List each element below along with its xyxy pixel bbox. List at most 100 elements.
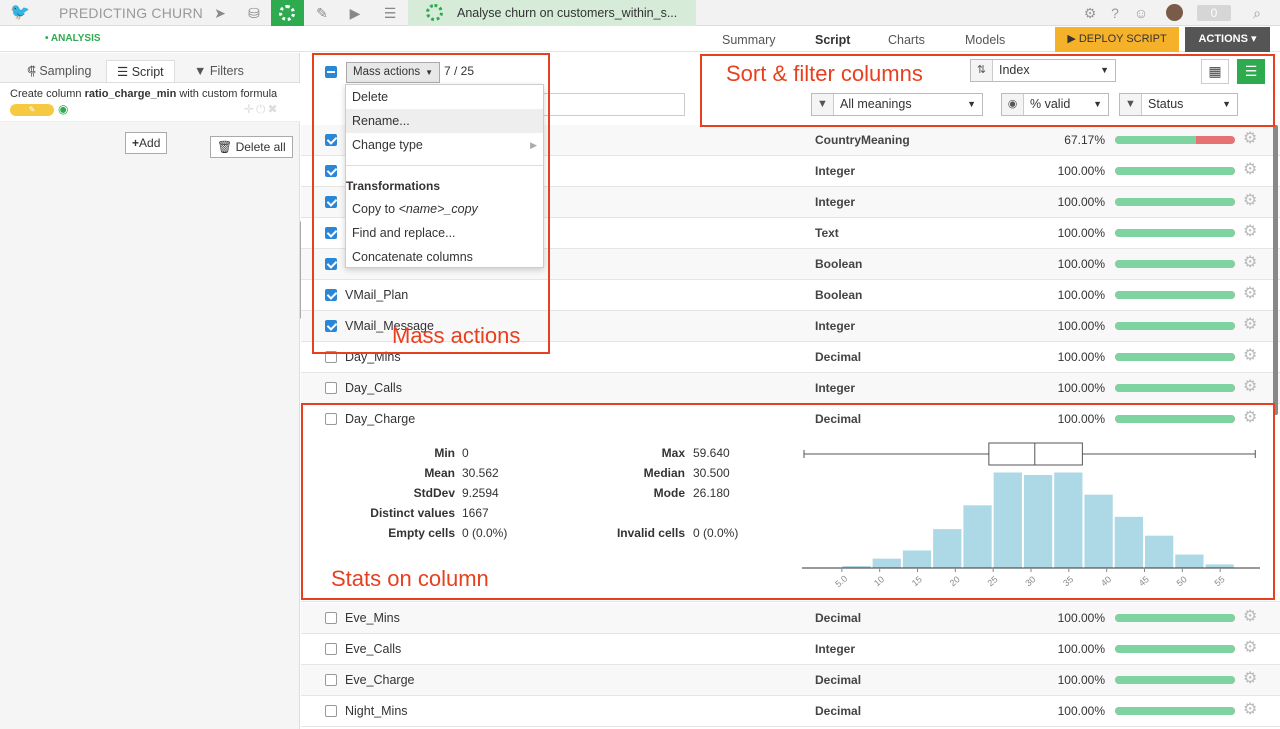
step-prefix: Create column bbox=[10, 88, 85, 100]
search-icon[interactable]: ⌕ bbox=[1248, 4, 1266, 22]
column-settings-gear-icon[interactable]: ⚙ bbox=[1243, 254, 1261, 272]
analysis-breadcrumb-icon bbox=[426, 4, 443, 21]
datasets-icon[interactable]: ⛁ bbox=[245, 4, 263, 22]
step-suffix: with custom formula bbox=[176, 88, 278, 100]
plus-icon: + bbox=[132, 136, 140, 150]
column-meaning[interactable]: Integer bbox=[815, 319, 855, 333]
column-name[interactable]: Eve_Charge bbox=[345, 673, 415, 687]
column-meaning[interactable]: Integer bbox=[815, 642, 855, 656]
column-meaning[interactable]: Integer bbox=[815, 164, 855, 178]
column-settings-gear-icon[interactable]: ⚙ bbox=[1243, 639, 1261, 657]
flow-icon[interactable]: ➤ bbox=[211, 4, 229, 22]
tab-charts[interactable]: Charts bbox=[888, 33, 925, 47]
column-checkbox[interactable] bbox=[325, 674, 337, 686]
column-checkbox[interactable] bbox=[325, 643, 337, 655]
column-row[interactable]: Eve_Mins Decimal 100.00% ⚙ bbox=[301, 603, 1280, 634]
column-name[interactable]: Night_Mins bbox=[345, 704, 408, 718]
column-row[interactable]: Day_Calls Integer 100.00% ⚙ bbox=[301, 373, 1280, 404]
tab-sampling[interactable]: ⸿ Sampling bbox=[27, 60, 91, 84]
analysis-nav-button[interactable] bbox=[271, 0, 304, 26]
tab-filters-label: Filters bbox=[209, 64, 244, 78]
column-settings-gear-icon[interactable]: ⚙ bbox=[1243, 316, 1261, 334]
column-meaning[interactable]: Integer bbox=[815, 195, 855, 209]
column-meaning[interactable]: Decimal bbox=[815, 611, 861, 625]
column-valid-percent: 100.00% bbox=[1057, 350, 1105, 364]
left-panel-tabs: ⸿ Sampling ☰ Script ▼ Filters bbox=[0, 56, 300, 84]
validity-bar bbox=[1115, 260, 1235, 268]
validity-bar bbox=[1115, 229, 1235, 237]
validity-bar-fill bbox=[1115, 353, 1235, 361]
step-column: ratio_charge_min bbox=[84, 88, 177, 100]
top-bar: 🐦 PREDICTING CHURN ➤ ⛁ ✎ ▶ ☰ Analyse chu… bbox=[0, 0, 1280, 26]
dashboard-icon[interactable]: ☰ bbox=[381, 4, 399, 22]
column-row[interactable]: Night_Mins Decimal 100.00% ⚙ bbox=[301, 696, 1280, 727]
column-meaning[interactable]: Decimal bbox=[815, 350, 861, 364]
column-search-input[interactable] bbox=[540, 93, 685, 116]
annotation-stats: Stats on column bbox=[331, 566, 489, 591]
validity-bar bbox=[1115, 353, 1235, 361]
annotation-sort-filter: Sort & filter columns bbox=[726, 61, 923, 86]
column-meaning[interactable]: Boolean bbox=[815, 288, 862, 302]
analysis-label[interactable]: • ANALYSIS bbox=[45, 33, 101, 44]
eye-icon[interactable]: ◉ bbox=[58, 102, 74, 116]
column-row[interactable]: Eve_Charge Decimal 100.00% ⚙ bbox=[301, 665, 1280, 696]
users-icon[interactable]: ☺ bbox=[1132, 4, 1150, 22]
column-name[interactable]: Day_Calls bbox=[345, 381, 402, 395]
analysis-sub-bar: • ANALYSIS Summary Script Charts Models … bbox=[0, 27, 1280, 52]
column-name[interactable]: Eve_Calls bbox=[345, 642, 401, 656]
column-valid-percent: 100.00% bbox=[1057, 611, 1105, 625]
column-checkbox[interactable] bbox=[325, 705, 337, 717]
tab-models[interactable]: Models bbox=[965, 33, 1005, 47]
step-controls-icon[interactable]: ✛⏻✖ bbox=[244, 102, 280, 117]
run-icon[interactable]: ▶ bbox=[346, 4, 364, 22]
script-step[interactable]: Create column ratio_charge_min with cust… bbox=[0, 82, 300, 122]
column-meaning[interactable]: Integer bbox=[815, 381, 855, 395]
column-valid-percent: 100.00% bbox=[1057, 704, 1105, 718]
column-settings-gear-icon[interactable]: ⚙ bbox=[1243, 347, 1261, 365]
notification-count[interactable]: 0 bbox=[1197, 5, 1231, 21]
column-valid-percent: 100.00% bbox=[1057, 673, 1105, 687]
validity-bar-fill bbox=[1115, 707, 1235, 715]
column-settings-gear-icon[interactable]: ⚙ bbox=[1243, 701, 1261, 719]
column-row[interactable]: Eve_Calls Integer 100.00% ⚙ bbox=[301, 634, 1280, 665]
column-settings-gear-icon[interactable]: ⚙ bbox=[1243, 130, 1261, 148]
column-settings-gear-icon[interactable]: ⚙ bbox=[1243, 223, 1261, 241]
project-title[interactable]: PREDICTING CHURN bbox=[59, 5, 203, 21]
column-meaning[interactable]: CountryMeaning bbox=[815, 133, 910, 147]
column-settings-gear-icon[interactable]: ⚙ bbox=[1243, 670, 1261, 688]
column-meaning[interactable]: Decimal bbox=[815, 673, 861, 687]
validity-bar-fill bbox=[1115, 645, 1235, 653]
dataiku-logo-icon[interactable]: 🐦 bbox=[10, 4, 30, 22]
column-meaning[interactable]: Text bbox=[815, 226, 839, 240]
column-settings-gear-icon[interactable]: ⚙ bbox=[1243, 608, 1261, 626]
column-checkbox[interactable] bbox=[325, 612, 337, 624]
validity-bar bbox=[1115, 384, 1235, 392]
column-settings-gear-icon[interactable]: ⚙ bbox=[1243, 192, 1261, 210]
validity-bar bbox=[1115, 614, 1235, 622]
column-settings-gear-icon[interactable]: ⚙ bbox=[1243, 161, 1261, 179]
column-meaning[interactable]: Boolean bbox=[815, 257, 862, 271]
validity-bar-fill bbox=[1115, 322, 1235, 330]
deploy-script-button[interactable]: ▶ DEPLOY SCRIPT bbox=[1055, 27, 1179, 52]
column-valid-percent: 100.00% bbox=[1057, 195, 1105, 209]
column-checkbox[interactable] bbox=[325, 382, 337, 394]
actions-button[interactable]: ACTIONS ▾ bbox=[1185, 27, 1270, 52]
column-settings-gear-icon[interactable]: ⚙ bbox=[1243, 285, 1261, 303]
delete-all-button[interactable]: 🗑 Delete all bbox=[210, 136, 293, 158]
column-valid-percent: 100.00% bbox=[1057, 164, 1105, 178]
breadcrumb[interactable]: Analyse churn on customers_within_s... bbox=[408, 0, 696, 26]
vertical-scrollbar[interactable] bbox=[1273, 125, 1278, 415]
help-icon[interactable]: ? bbox=[1106, 4, 1124, 22]
column-meaning[interactable]: Decimal bbox=[815, 704, 861, 718]
validity-bar bbox=[1115, 645, 1235, 653]
tab-script-left[interactable]: ☰ Script bbox=[106, 60, 175, 84]
avatar[interactable] bbox=[1166, 4, 1183, 21]
tab-script[interactable]: Script bbox=[815, 33, 850, 47]
tab-filters[interactable]: ▼ Filters bbox=[194, 60, 244, 84]
column-name[interactable]: Eve_Mins bbox=[345, 611, 400, 625]
notebook-icon[interactable]: ✎ bbox=[313, 4, 331, 22]
gear-icon[interactable]: ⚙ bbox=[1081, 4, 1099, 22]
tab-summary[interactable]: Summary bbox=[722, 33, 775, 47]
add-step-button[interactable]: +Add bbox=[125, 132, 168, 154]
column-settings-gear-icon[interactable]: ⚙ bbox=[1243, 378, 1261, 396]
